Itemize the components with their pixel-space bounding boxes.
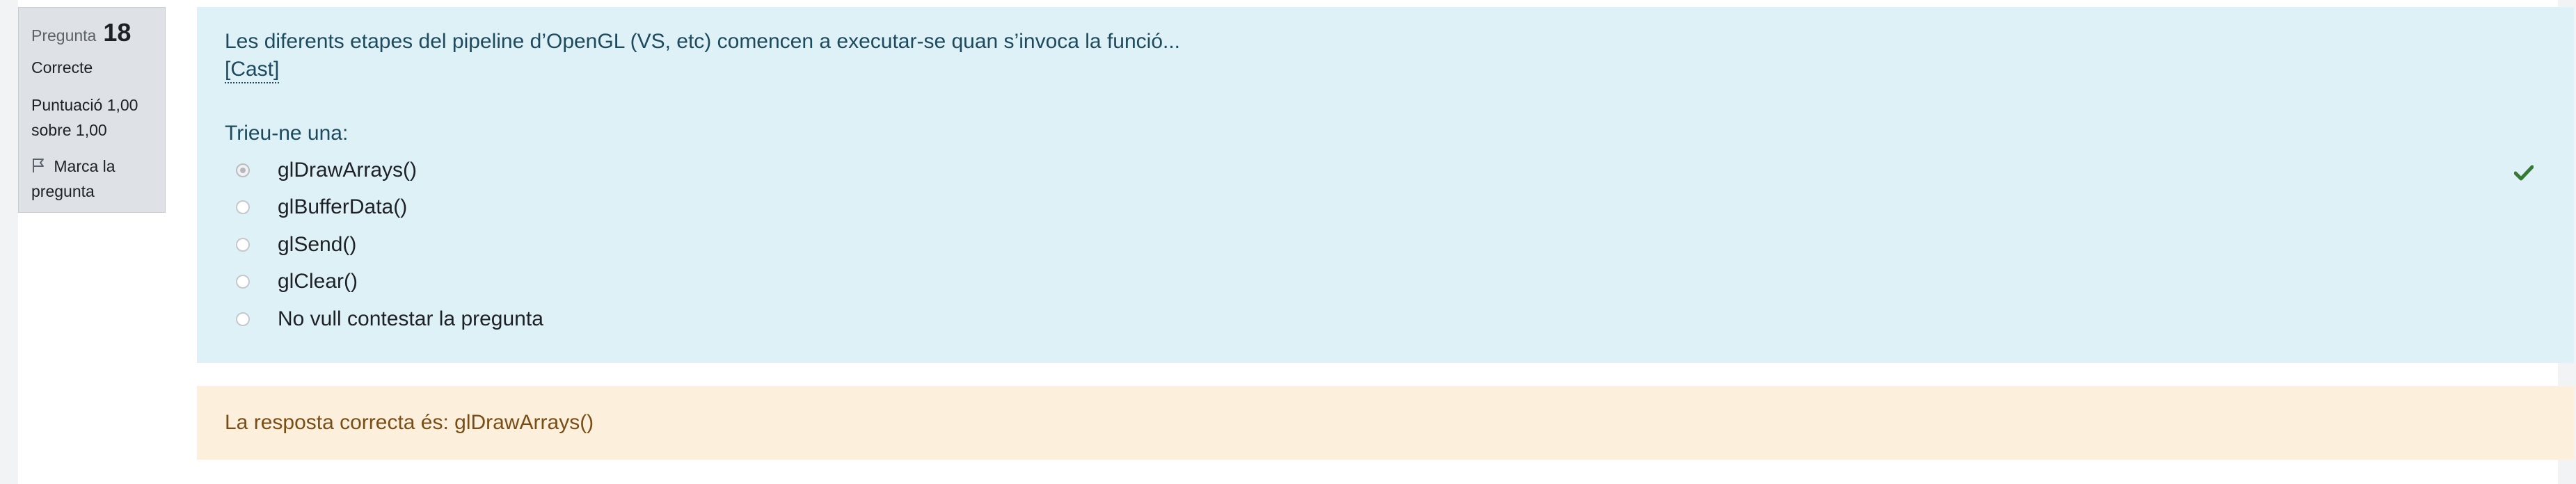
cast-link[interactable]: [Cast] [225,57,280,83]
answer-radio[interactable] [236,200,250,215]
answer-option[interactable]: glClear() [225,264,2546,301]
answer-option[interactable]: glDrawArrays() [225,152,2546,189]
answer-radio[interactable] [236,312,250,326]
grade-line-2: sobre 1,00 [31,121,107,139]
grade-line-1: Puntuació 1,00 [31,96,138,114]
question-number: 18 [103,18,132,47]
question-page: Pregunta 18 Correcte Puntuació 1,00 sobr… [18,0,2574,484]
answer-label: glBufferData() [278,195,408,219]
question-formulation: Les diferents etapes del pipeline d’Open… [197,7,2574,363]
answer-label: glSend() [278,232,357,256]
answer-label: No vull contestar la pregunta [278,307,543,330]
question-info: Pregunta 18 Correcte Puntuació 1,00 sobr… [18,7,166,213]
question-state: Correcte [31,58,93,76]
check-icon [2513,163,2534,186]
answer-option[interactable]: glSend() [225,226,2546,264]
answer-radio-selected[interactable] [236,163,250,177]
answer-list: glDrawArrays() glBufferData() glSend() g… [225,152,2546,338]
answer-label: glClear() [278,270,358,293]
flag-label-line-2: pregunta [31,182,95,200]
answer-option[interactable]: glBufferData() [225,189,2546,227]
right-answer-text: La resposta correcta és: glDrawArrays() [225,411,594,434]
question-grade: Puntuació 1,00 sobre 1,00 [31,92,152,143]
flag-label-line-1: Marca la [54,157,116,175]
flag-icon [31,157,54,175]
answer-radio[interactable] [236,275,250,289]
answer-radio[interactable] [236,237,250,252]
flag-question-button[interactable]: Marca la pregunta [31,154,152,204]
question-text: Les diferents etapes del pipeline d’Open… [225,30,1181,53]
answer-option[interactable]: No vull contestar la pregunta [225,300,2546,338]
answer-prompt: Trieu-ne una: [225,122,349,145]
answer-label: glDrawArrays() [278,158,418,182]
question-label: Pregunta [31,26,97,45]
right-answer-feedback: La resposta correcta és: glDrawArrays() [197,386,2574,460]
question-number-row: Pregunta 18 [31,19,152,48]
